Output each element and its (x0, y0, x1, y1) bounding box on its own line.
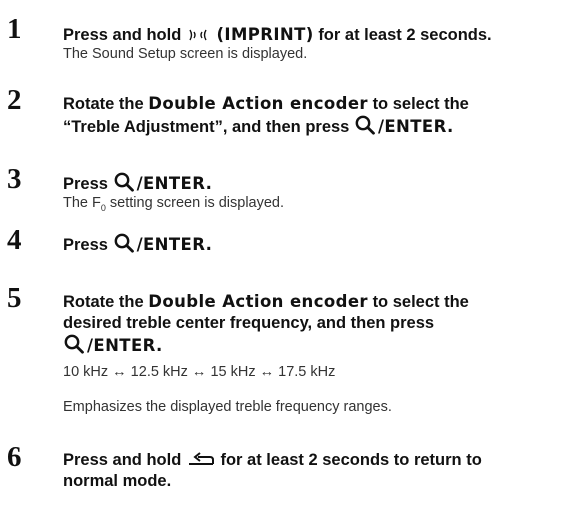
step-number: 2 (7, 84, 22, 116)
magnifier-icon (63, 334, 87, 354)
magnifier-icon (113, 172, 137, 192)
imprint-sound-icon (186, 27, 212, 43)
step-instruction: Press /ENTER. (63, 172, 213, 193)
frequency-cycle: 10 kHz ↔ 12.5 kHz ↔ 15 kHz ↔ 17.5 kHz (63, 364, 336, 380)
instruction-page: 1 Press and hold (IMPRINT) for at least … (0, 0, 583, 512)
step-instruction: Press and hold (IMPRINT) for at least 2 … (63, 25, 492, 44)
step-note: The F0 setting screen is displayed. (63, 195, 285, 213)
step-number: 6 (7, 441, 22, 473)
step-number: 4 (7, 224, 22, 256)
step-instruction: Rotate the Double Action encoder to sele… (63, 292, 469, 355)
step-number: 5 (7, 282, 22, 314)
magnifier-icon (354, 115, 378, 135)
step-instruction: Rotate the Double Action encoder to sele… (63, 94, 469, 136)
step-number: 1 (7, 13, 22, 45)
step-note: Emphasizes the displayed treble frequenc… (63, 399, 392, 415)
step-note: The Sound Setup screen is displayed. (63, 46, 308, 62)
step-instruction: Press /ENTER. (63, 233, 213, 254)
step-instruction: Press and hold for at least 2 seconds to… (63, 451, 482, 490)
return-arrow-icon (186, 452, 216, 468)
magnifier-icon (113, 233, 137, 253)
step-number: 3 (7, 163, 22, 195)
